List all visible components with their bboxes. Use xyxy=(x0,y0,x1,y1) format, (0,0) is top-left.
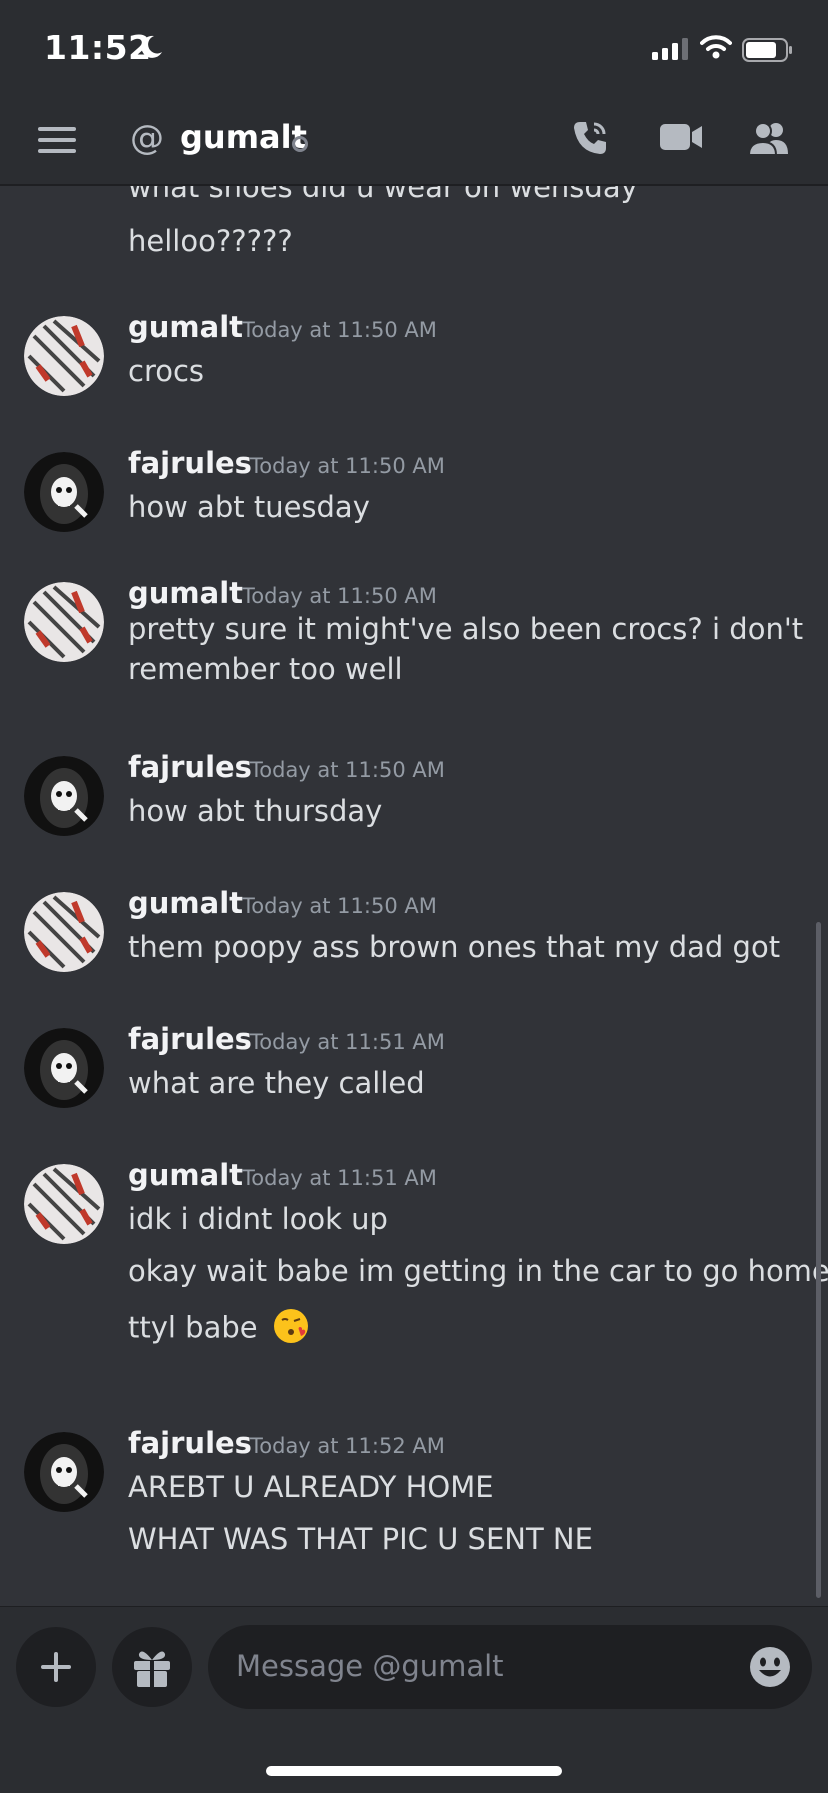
timestamp: Today at 11:51 AM xyxy=(250,1030,445,1054)
author-name[interactable]: gumalt xyxy=(128,310,243,344)
channel-header: @ gumalt xyxy=(0,96,828,186)
message-text: them poopy ass brown ones that my dad go… xyxy=(128,930,781,964)
message-text: helloo????? xyxy=(128,224,293,258)
timestamp: Today at 11:50 AM xyxy=(242,584,437,608)
message-text: ttyl babe xyxy=(128,1308,309,1351)
message-input[interactable]: Message @gumalt xyxy=(208,1625,812,1709)
at-icon: @ xyxy=(130,118,164,158)
avatar-fajrules[interactable] xyxy=(24,452,104,532)
avatar-fajrules[interactable] xyxy=(24,1028,104,1108)
message-text-content: ttyl babe xyxy=(128,1310,258,1345)
call-icon[interactable] xyxy=(570,118,610,162)
avatar-gumalt[interactable] xyxy=(24,1164,104,1244)
avatar-gumalt[interactable] xyxy=(24,582,104,662)
author-name[interactable]: fajrules xyxy=(128,1426,252,1460)
members-icon[interactable] xyxy=(747,120,790,160)
author-name[interactable]: gumalt xyxy=(128,1158,243,1192)
wifi-icon xyxy=(700,34,732,64)
gift-button[interactable] xyxy=(112,1627,192,1707)
kiss-emoji xyxy=(273,1308,309,1351)
author-name[interactable]: fajrules xyxy=(128,750,252,784)
author-name[interactable]: gumalt xyxy=(128,576,243,610)
avatar-gumalt[interactable] xyxy=(24,892,104,972)
dm-username[interactable]: gumalt xyxy=(180,118,307,156)
author-name[interactable]: gumalt xyxy=(128,886,243,920)
offline-status-icon xyxy=(292,136,308,152)
gift-icon xyxy=(134,1651,170,1687)
message-text: crocs xyxy=(128,354,205,388)
menu-icon[interactable] xyxy=(38,126,76,158)
author-name[interactable]: fajrules xyxy=(128,1022,252,1056)
message-input-placeholder: Message @gumalt xyxy=(236,1649,504,1683)
message-text: how abt tuesday xyxy=(128,490,370,524)
clock: 11:52 xyxy=(44,28,152,67)
message-text: what shoes did u wear on wensday xyxy=(128,186,638,204)
message-text: AREBT U ALREADY HOME xyxy=(128,1470,494,1504)
timestamp: Today at 11:50 AM xyxy=(250,454,445,478)
scrollbar[interactable] xyxy=(816,922,821,1598)
author-name[interactable]: fajrules xyxy=(128,446,252,480)
timestamp: Today at 11:50 AM xyxy=(250,758,445,782)
message-text: okay wait babe im getting in the car to … xyxy=(128,1254,828,1288)
message-list[interactable]: what shoes did u wear on wensday helloo?… xyxy=(0,186,828,1606)
timestamp: Today at 11:50 AM xyxy=(242,318,437,342)
plus-icon xyxy=(41,1652,71,1682)
battery-icon xyxy=(742,38,794,66)
home-indicator[interactable] xyxy=(266,1766,562,1776)
video-icon[interactable] xyxy=(660,122,702,156)
composer-bar: Message @gumalt xyxy=(0,1606,828,1793)
attach-button[interactable] xyxy=(16,1627,96,1707)
message-text: idk i didnt look up xyxy=(128,1202,388,1236)
timestamp: Today at 11:51 AM xyxy=(242,1166,437,1190)
message-text: WHAT WAS THAT PIC U SENT NE xyxy=(128,1522,593,1556)
emoji-icon[interactable] xyxy=(748,1645,792,1693)
avatar-fajrules[interactable] xyxy=(24,756,104,836)
signal-icon xyxy=(652,38,690,64)
message-text: pretty sure it might've also been crocs?… xyxy=(128,612,804,646)
avatar-gumalt[interactable] xyxy=(24,316,104,396)
timestamp: Today at 11:52 AM xyxy=(250,1434,445,1458)
moon-icon xyxy=(138,34,164,64)
status-bar: 11:52 xyxy=(0,0,828,96)
avatar-fajrules[interactable] xyxy=(24,1432,104,1512)
message-text: remember too well xyxy=(128,652,403,686)
timestamp: Today at 11:50 AM xyxy=(242,894,437,918)
message-text: how abt thursday xyxy=(128,794,383,828)
message-text: what are they called xyxy=(128,1066,425,1100)
